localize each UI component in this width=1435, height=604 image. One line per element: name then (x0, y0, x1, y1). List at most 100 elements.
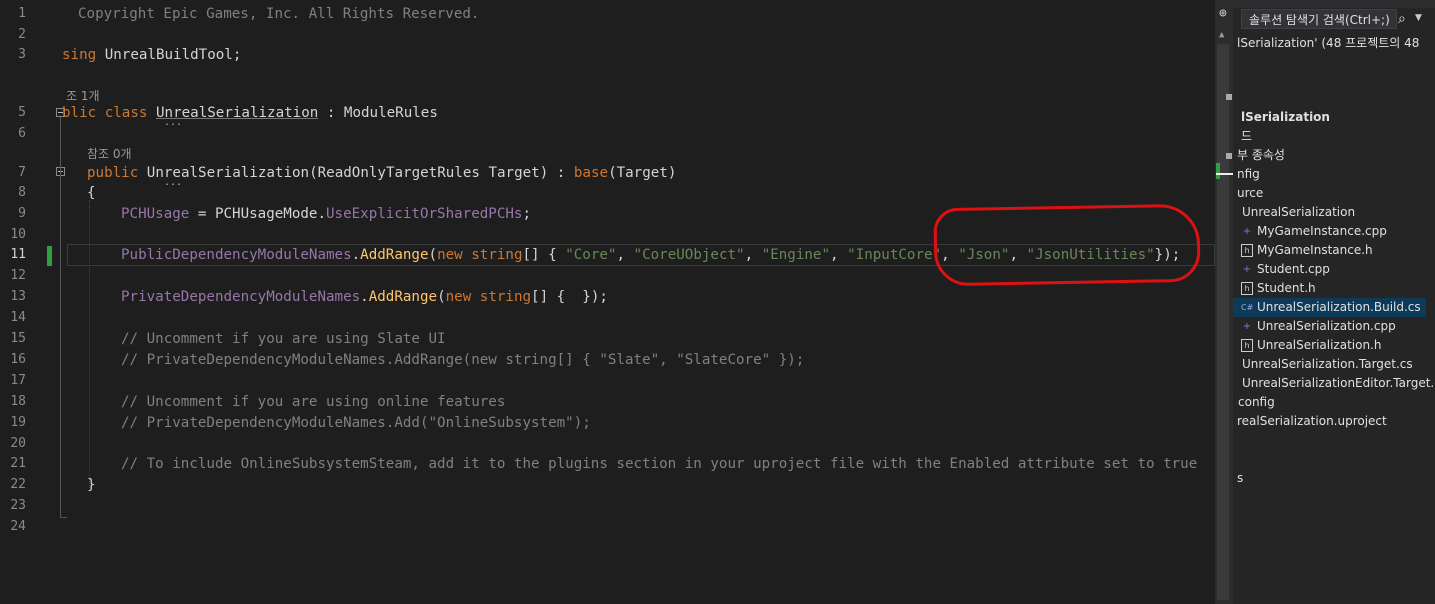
assignment: = PCHUsageMode. (189, 206, 327, 222)
tree-item-file[interactable]: + Student.cpp (1241, 260, 1330, 279)
tree-item-file[interactable]: realSerialization.uproject (1237, 412, 1387, 431)
tree-item-folder[interactable]: UnrealSerialization (1242, 203, 1355, 222)
member-private-deps[interactable]: PrivateDependencyModuleNames (121, 289, 360, 305)
comma: , (744, 247, 762, 263)
tree-item-source[interactable]: urce (1237, 184, 1263, 203)
string-coreuobject: "CoreUObject" (633, 247, 745, 263)
array-open: [] { (522, 247, 566, 263)
line-number: 8 (18, 185, 26, 200)
chevron-down-icon[interactable]: ▼ (1415, 13, 1422, 23)
code-line-9: PCHUsage = PCHUsageMode.UseExplicitOrSha… (121, 205, 531, 223)
scroll-cursor-marker (1216, 173, 1234, 175)
base-args: (Target) (608, 165, 677, 181)
header-file-icon: h (1241, 339, 1253, 352)
tree-item-file[interactable]: h MyGameInstance.h (1241, 241, 1373, 260)
paren-open: ( (437, 289, 446, 305)
search-icon[interactable]: ⌕ (1398, 11, 1414, 27)
tree-item-label: Student.h (1257, 281, 1316, 295)
scrollbar-track[interactable] (1217, 44, 1229, 600)
code-line-18: // Uncomment if you are using online fea… (121, 394, 506, 410)
method-addrange[interactable]: AddRange (369, 289, 437, 305)
reference-count-hint[interactable]: 참조 0개 (87, 145, 132, 162)
new-keyword: new (445, 289, 472, 305)
line-number: 10 (10, 227, 26, 242)
tree-item-label: UnrealSerialization.cpp (1257, 319, 1396, 333)
code-line-5: blic class UnrealSerialization : ModuleR… (62, 104, 438, 122)
tree-item-file[interactable]: UnrealSerialization.Target.cs (1242, 355, 1413, 374)
line-number: 5 (18, 105, 26, 120)
line-number: 6 (18, 126, 26, 141)
split-window-icon[interactable]: ⊕ (1219, 7, 1229, 20)
tree-item-file-selected[interactable]: C# UnrealSerialization.Build.cs (1241, 298, 1421, 317)
line-number-active: 11 (10, 247, 26, 262)
line-number: 2 (18, 27, 26, 42)
tree-item-folder[interactable]: config (1238, 393, 1275, 412)
scroll-change-marker (1216, 163, 1220, 179)
cpp-file-icon: + (1242, 264, 1252, 275)
line-number: 7 (18, 165, 26, 180)
header-file-icon: h (1241, 244, 1253, 257)
red-annotation-circle (933, 203, 1201, 287)
class-separator: : (318, 105, 344, 121)
reference-count-hint[interactable]: 조 1개 (66, 87, 100, 104)
code-line-22: } (87, 477, 96, 493)
tree-item-file[interactable]: h Student.h (1241, 279, 1316, 298)
paren-open: ( (428, 247, 438, 263)
tree-item-partial[interactable]: s (1237, 469, 1243, 488)
code-line-19: // PrivateDependencyModuleNames.Add("Onl… (121, 415, 591, 431)
line-number: 24 (10, 519, 26, 534)
tree-item-project[interactable]: lSerialization (1241, 108, 1330, 127)
tree-item-file[interactable]: UnrealSerializationEditor.Target.cs (1242, 374, 1435, 393)
line-number: 15 (10, 331, 26, 346)
line-number-gutter: 1 2 3 5 6 7 8 9 10 11 12 13 14 15 16 17 … (0, 0, 50, 604)
tree-item-label: MyGameInstance.h (1257, 243, 1373, 257)
code-line-13: PrivateDependencyModuleNames.AddRange(ne… (121, 288, 608, 306)
line-number: 19 (10, 415, 26, 430)
constructor-params: (ReadOnlyTargetRules Target) : (309, 165, 574, 181)
line-number: 13 (10, 289, 26, 304)
csharp-file-icon: C# (1241, 303, 1254, 312)
tree-item-file[interactable]: + UnrealSerialization.cpp (1241, 317, 1396, 336)
tree-item-label: UnrealSerialization.Build.cs (1257, 300, 1421, 314)
tree-item-label: UnrealSerialization.h (1257, 338, 1382, 352)
using-keyword: sing (62, 47, 97, 63)
tree-item-file[interactable]: + MyGameInstance.cpp (1241, 222, 1387, 241)
line-number: 16 (10, 352, 26, 367)
cpp-file-icon: + (1242, 226, 1252, 237)
base-class-name[interactable]: ModuleRules (344, 105, 438, 121)
scroll-marker (1226, 94, 1232, 100)
line-number: 9 (18, 206, 26, 221)
string-inputcore: "InputCore" (847, 247, 942, 263)
scroll-up-arrow-icon[interactable]: ▲ (1219, 30, 1227, 40)
line-number: 22 (10, 477, 26, 492)
line-number: 17 (10, 373, 26, 388)
enum-value[interactable]: UseExplicitOrSharedPCHs (326, 206, 522, 222)
dot: . (360, 289, 369, 305)
ellipsis-indicator: ... (164, 177, 183, 188)
array-empty: [] { }); (531, 289, 608, 305)
scroll-marker (1226, 153, 1232, 159)
tree-item-external-deps[interactable]: 부 종속성 (1237, 146, 1285, 165)
member-public-deps[interactable]: PublicDependencyModuleNames (121, 247, 352, 263)
method-addrange[interactable]: AddRange (360, 247, 428, 263)
line-number: 1 (18, 6, 26, 21)
tree-item-config[interactable]: nfig (1237, 165, 1260, 184)
line-number: 14 (10, 310, 26, 325)
tree-item-file[interactable]: h UnrealSerialization.h (1241, 336, 1381, 355)
tree-item-references[interactable]: 드 (1241, 127, 1252, 146)
solution-explorer-panel: 솔루션 탐색기 검색(Ctrl+;) ⌕ ▼ lSerialization' (… (1233, 0, 1435, 604)
string-core: "Core" (565, 247, 617, 263)
code-line-8: { (87, 185, 96, 201)
header-file-icon: h (1241, 282, 1253, 295)
solution-root-item[interactable]: lSerialization' (48 프로젝트의 48 (1237, 34, 1419, 51)
change-marker (47, 246, 52, 266)
code-editor[interactable]: 1 2 3 5 6 7 8 9 10 11 12 13 14 15 16 17 … (0, 0, 1215, 604)
public-keyword: public (87, 165, 139, 181)
line-number: 21 (10, 456, 26, 471)
line-number: 20 (10, 436, 26, 451)
code-line-3: sing UnrealBuildTool; (62, 46, 241, 64)
tree-item-label: Student.cpp (1257, 262, 1330, 276)
member-pchusage[interactable]: PCHUsage (121, 206, 189, 222)
cpp-file-icon: + (1242, 321, 1252, 332)
code-line-16: // PrivateDependencyModuleNames.AddRange… (121, 352, 805, 368)
